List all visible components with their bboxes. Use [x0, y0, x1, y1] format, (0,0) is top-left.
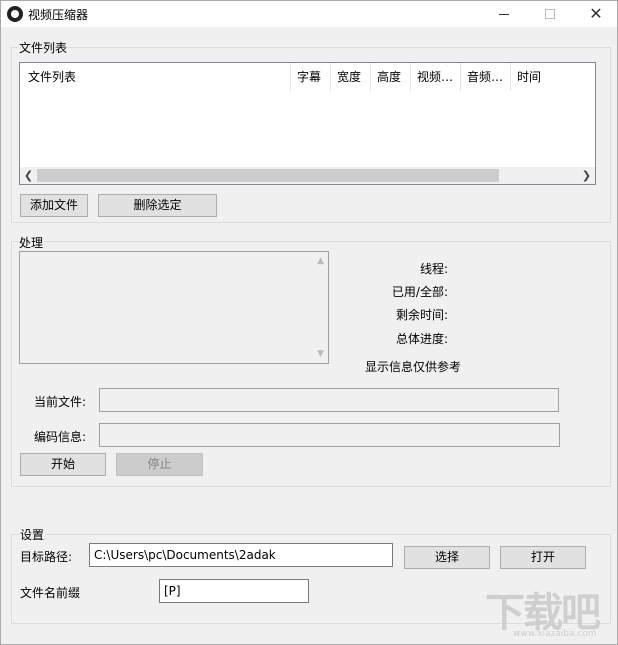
scroll-down-icon[interactable]: ▼ [317, 349, 324, 359]
column-header-file-list[interactable]: 文件列表 [20, 63, 291, 91]
watermark-subtext: www.xiazaiba.com [513, 629, 597, 639]
close-button[interactable]: ✕ [573, 1, 618, 27]
stop-button[interactable]: 停止 [116, 453, 203, 476]
scroll-left-icon[interactable]: ❮ [20, 167, 37, 184]
file-list-view[interactable]: 文件列表 字幕 宽度 高度 视频… 音频… 时间 ❮ ❯ [19, 62, 596, 185]
current-file-field [99, 388, 559, 412]
maximize-button[interactable] [527, 1, 573, 27]
filename-prefix-input[interactable]: [P] [159, 579, 309, 603]
scroll-thumb[interactable] [37, 169, 499, 182]
target-path-input[interactable]: C:\Users\pc\Documents\2adak [89, 543, 393, 567]
column-header-width[interactable]: 宽度 [331, 63, 371, 91]
column-header-height[interactable]: 高度 [371, 63, 411, 91]
minimize-button[interactable] [481, 1, 527, 27]
file-list-group-title: 文件列表 [18, 39, 69, 56]
app-window: 视频压缩器 ✕ 文件列表 文件列表 字幕 宽度 高度 视频… 音频… 时间 ❮ … [0, 0, 618, 645]
app-icon [7, 6, 23, 22]
column-header-video[interactable]: 视频… [411, 63, 461, 91]
scroll-up-icon[interactable]: ▲ [317, 256, 324, 266]
filename-prefix-label: 文件名前缀 [20, 586, 81, 600]
threads-label: 线程: [419, 262, 448, 276]
scroll-right-icon[interactable]: ❯ [578, 167, 595, 184]
horizontal-scrollbar[interactable]: ❮ ❯ [20, 167, 595, 184]
column-header-time[interactable]: 时间 [511, 63, 595, 91]
open-button[interactable]: 打开 [500, 546, 586, 569]
remaining-time-label: 剩余时间: [395, 308, 448, 322]
info-note: 显示信息仅供参考 [365, 360, 462, 374]
window-title: 视频压缩器 [28, 8, 89, 22]
add-file-button[interactable]: 添加文件 [20, 194, 88, 217]
title-bar[interactable]: 视频压缩器 ✕ [1, 1, 617, 27]
maximize-icon [545, 9, 555, 19]
minimize-icon [499, 13, 509, 15]
column-header-audio[interactable]: 音频… [461, 63, 511, 91]
current-file-label: 当前文件: [34, 395, 87, 409]
processing-log[interactable]: ▲ ▼ [19, 251, 329, 364]
start-button[interactable]: 开始 [20, 453, 106, 476]
file-list-header: 文件列表 字幕 宽度 高度 视频… 音频… 时间 [20, 63, 595, 91]
encode-info-label: 编码信息: [34, 430, 87, 444]
settings-group-title: 设置 [19, 526, 46, 543]
encode-info-field [99, 423, 560, 447]
used-total-label: 已用/全部: [391, 285, 448, 299]
overall-progress-label: 总体进度: [395, 332, 448, 346]
delete-selected-button[interactable]: 删除选定 [98, 194, 217, 217]
column-header-subtitle[interactable]: 字幕 [291, 63, 331, 91]
watermark-logo: 下载吧 www.xiazaiba.com [485, 589, 615, 645]
target-path-label: 目标路径: [20, 550, 73, 564]
close-icon: ✕ [589, 4, 603, 23]
choose-button[interactable]: 选择 [404, 546, 490, 569]
processing-group-title: 处理 [18, 234, 45, 251]
